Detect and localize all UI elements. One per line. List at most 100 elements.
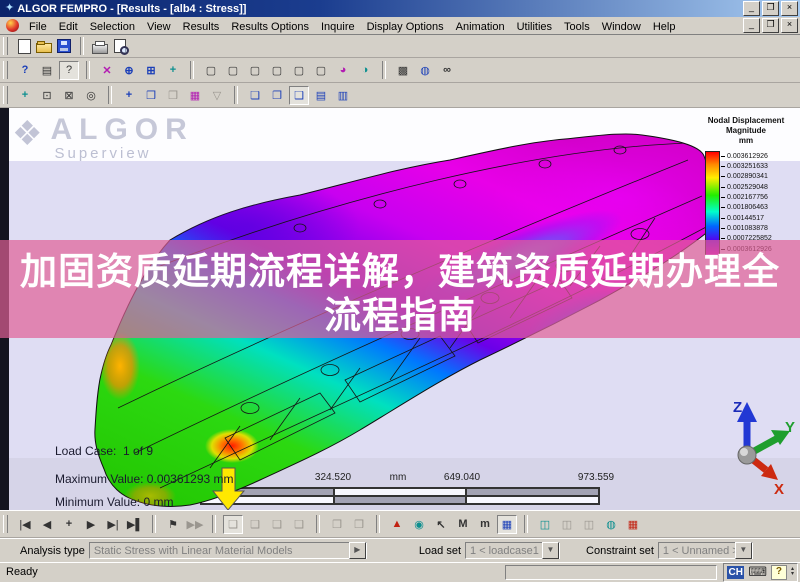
zoom-extents-icon[interactable]: ✕ <box>97 61 117 80</box>
analysis-type-arrow-icon[interactable]: ▶ <box>348 542 366 559</box>
mdi-close-button[interactable]: × <box>781 18 798 33</box>
preset-view-6-icon[interactable]: ❒ <box>349 515 369 534</box>
results-viewport[interactable]: ❖ ALGOR Superview Nodal Displacement Mag… <box>0 108 800 510</box>
toolbar-separator <box>190 61 194 79</box>
load-set-arrow-icon[interactable]: ▼ <box>542 542 560 559</box>
close-button[interactable]: × <box>781 1 798 16</box>
toolbar-gripper[interactable] <box>3 86 8 104</box>
max-marker-icon[interactable]: ▲ <box>387 515 407 534</box>
capture-view-icon[interactable]: ◫ <box>535 515 555 534</box>
max-label-icon[interactable]: M <box>453 515 473 534</box>
menu-item-help[interactable]: Help <box>647 20 682 34</box>
constraint-set-arrow-icon[interactable]: ▼ <box>734 542 752 559</box>
select-points-icon[interactable]: + <box>119 86 139 105</box>
view-bottom-icon[interactable]: ▢ <box>267 61 287 80</box>
menu-item-display-options[interactable]: Display Options <box>361 20 450 34</box>
display-wireframe-icon[interactable]: ▤ <box>311 86 331 105</box>
view-front-icon[interactable]: ▢ <box>201 61 221 80</box>
menu-item-animation[interactable]: Animation <box>450 20 511 34</box>
ime-indicator-badge[interactable]: CH <box>727 565 745 579</box>
load-set-combo[interactable]: 1 < loadcase1 > ▼ <box>465 542 561 559</box>
restore-button[interactable]: ❐ <box>762 1 779 16</box>
anim-prev-icon[interactable]: ◀ <box>37 515 57 534</box>
toolbar-gripper[interactable] <box>3 61 8 79</box>
menu-item-window[interactable]: Window <box>596 20 647 34</box>
display-solid-icon[interactable]: ❏ <box>245 86 265 105</box>
preset-view-3-icon[interactable]: ❑ <box>267 515 287 534</box>
document-icon[interactable] <box>6 19 19 32</box>
find-binoculars-icon[interactable]: ∞ <box>437 61 457 80</box>
world-icon[interactable]: ◍ <box>415 61 435 80</box>
x-axis-label: X <box>774 481 784 498</box>
pan-icon[interactable]: + <box>163 61 183 80</box>
display-mesh-icon[interactable]: ❑ <box>289 85 309 105</box>
select-parts-icon[interactable]: ❒ <box>163 86 183 105</box>
context-help-icon[interactable]: ? <box>59 60 79 80</box>
image-panel-icon[interactable]: ▦ <box>497 514 517 534</box>
print-preview-icon[interactable] <box>111 37 129 56</box>
menu-item-view[interactable]: View <box>141 20 177 34</box>
screen-query-icon[interactable]: ▤ <box>37 61 57 80</box>
select-pointer-icon[interactable]: + <box>15 86 35 105</box>
select-mesh-icon[interactable]: ▦ <box>185 86 205 105</box>
preset-view-2-icon[interactable]: ❑ <box>245 515 265 534</box>
display-hidden-line-icon[interactable]: ▥ <box>333 86 353 105</box>
anim-first-icon[interactable]: |◀ <box>15 515 35 534</box>
preset-view-5-icon[interactable]: ❒ <box>327 515 347 534</box>
print-icon[interactable] <box>91 37 109 56</box>
capture-window-icon[interactable]: ◫ <box>579 515 599 534</box>
select-rectangle-icon[interactable]: ⊡ <box>37 86 57 105</box>
anim-current-frame-icon[interactable]: + <box>59 515 79 534</box>
camera-icon[interactable]: ◉ <box>409 515 429 534</box>
spinner-down-icon[interactable]: ▾ <box>791 571 794 577</box>
analysis-type-combo[interactable]: Static Stress with Linear Material Model… <box>88 542 367 559</box>
anim-end-icon[interactable]: ▶▌ <box>125 515 145 534</box>
probe-pointer-icon[interactable]: ↖ <box>431 515 451 534</box>
menu-item-edit[interactable]: Edit <box>53 20 84 34</box>
ime-options-spinner[interactable]: ▴ ▾ <box>791 566 794 577</box>
view-right-icon[interactable]: ▢ <box>311 61 331 80</box>
menu-item-inquire[interactable]: Inquire <box>315 20 361 34</box>
ime-help-icon[interactable]: ? <box>770 564 787 580</box>
inquire-pointer-icon[interactable]: ? <box>15 61 35 80</box>
mdi-minimize-button[interactable]: _ <box>743 18 760 33</box>
menu-item-utilities[interactable]: Utilities <box>511 20 558 34</box>
minimize-button[interactable]: _ <box>743 1 760 16</box>
keyboard-icon[interactable]: ⌨ <box>748 564 767 580</box>
select-circle-icon[interactable]: ◎ <box>81 86 101 105</box>
preset-view-1-icon[interactable]: ❑ <box>223 514 243 534</box>
view-top-icon[interactable]: ▢ <box>245 61 265 80</box>
view-left-icon[interactable]: ▢ <box>289 61 309 80</box>
mdi-restore-button[interactable]: ❐ <box>762 18 779 33</box>
menu-item-tools[interactable]: Tools <box>558 20 596 34</box>
min-label-icon[interactable]: m <box>475 515 495 534</box>
zoom-window-icon[interactable]: ⊞ <box>141 61 161 80</box>
anim-next-icon[interactable]: ▶ <box>81 515 101 534</box>
view-custom-icon[interactable]: ◑ <box>355 61 375 80</box>
constraint-set-combo[interactable]: 1 < Unnamed > ▼ <box>657 542 753 559</box>
menu-item-file[interactable]: File <box>23 20 53 34</box>
view-back-icon[interactable]: ▢ <box>223 61 243 80</box>
selection-filter-icon[interactable]: ▽ <box>207 86 227 105</box>
toolbar-gripper[interactable] <box>3 37 8 55</box>
preset-view-4-icon[interactable]: ❑ <box>289 515 309 534</box>
select-polygon-icon[interactable]: ⊠ <box>59 86 79 105</box>
anim-settings-icon[interactable]: ⚑ <box>163 515 183 534</box>
new-file-icon[interactable] <box>15 37 33 56</box>
open-file-icon[interactable] <box>35 37 53 56</box>
display-shaded-icon[interactable]: ❐ <box>267 86 287 105</box>
menu-item-results-options[interactable]: Results Options <box>225 20 315 34</box>
toolbar-gripper[interactable] <box>3 515 8 533</box>
capture-world-icon[interactable]: ◍ <box>601 515 621 534</box>
save-icon[interactable] <box>55 37 73 56</box>
anim-last-icon[interactable]: ▶| <box>103 515 123 534</box>
anim-play-icon[interactable]: ▶▶ <box>185 515 205 534</box>
zoom-in-icon[interactable]: ⊕ <box>119 61 139 80</box>
report-table-icon[interactable]: ▦ <box>623 515 643 534</box>
menu-item-results[interactable]: Results <box>177 20 226 34</box>
capture-region-icon[interactable]: ◫ <box>557 515 577 534</box>
view-iso-icon[interactable]: ◕ <box>333 61 353 80</box>
menu-item-selection[interactable]: Selection <box>84 20 141 34</box>
select-surfaces-icon[interactable]: ❒ <box>141 86 161 105</box>
checkerboard-icon[interactable]: ▩ <box>393 61 413 80</box>
